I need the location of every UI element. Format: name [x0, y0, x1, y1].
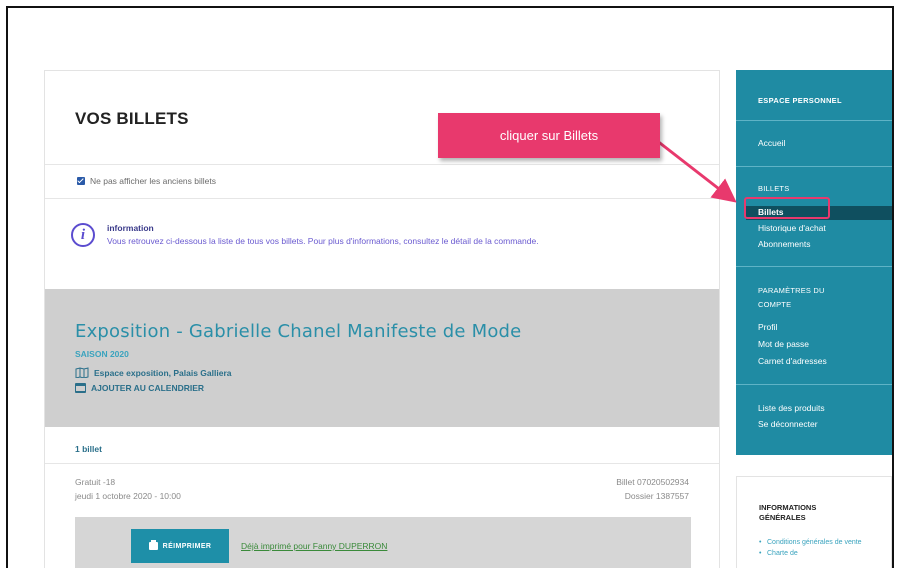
printer-icon: [148, 540, 158, 550]
event-title[interactable]: Exposition - Gabrielle Chanel Manifeste …: [75, 321, 521, 342]
divider: [45, 198, 719, 199]
sidebar-item-carnet[interactable]: Carnet d'adresses: [758, 356, 827, 366]
tickets-count: 1 billet: [75, 444, 102, 454]
divider: [45, 164, 719, 165]
sidebar-section-billets: BILLETS: [758, 184, 790, 193]
sidebar-section-parametres-line2: COMPTE: [758, 300, 792, 309]
sidebar-item-mot-de-passe[interactable]: Mot de passe: [758, 339, 809, 349]
sidebar-divider: [736, 266, 892, 267]
general-info-panel: INFORMATIONS GÉNÉRALES Conditions généra…: [736, 476, 892, 568]
general-info-link[interactable]: Charte de: [759, 548, 879, 559]
calendar-icon: [75, 383, 86, 393]
info-title: information: [107, 223, 154, 233]
event-season: SAISON 2020: [75, 349, 129, 359]
info-icon: i: [71, 223, 95, 247]
general-info-title: INFORMATIONS GÉNÉRALES: [759, 503, 817, 522]
billets-highlight-box: [744, 197, 830, 219]
personal-space-sidebar: ESPACE PERSONNEL Accueil BILLETS Billets…: [736, 70, 892, 455]
ticket-date: jeudi 1 octobre 2020 - 10:00: [75, 491, 181, 501]
instruction-callout: cliquer sur Billets: [438, 113, 660, 158]
event-place: Espace exposition, Palais Galliera: [75, 367, 231, 378]
general-info-link[interactable]: Conditions générales de vente: [759, 537, 879, 548]
general-info-list: Conditions générales de vente Charte de: [759, 537, 879, 559]
map-icon: [75, 367, 89, 378]
sidebar-divider: [736, 120, 892, 121]
instruction-callout-text: cliquer sur Billets: [499, 128, 599, 143]
sidebar-item-deconnecter[interactable]: Se déconnecter: [758, 419, 818, 429]
sidebar-item-accueil[interactable]: Accueil: [758, 138, 785, 148]
hide-old-tickets-row[interactable]: Ne pas afficher les anciens billets: [77, 176, 216, 186]
information-notice: i information Vous retrouvez ci-dessous …: [71, 223, 539, 247]
divider: [45, 463, 719, 464]
ticket-dossier: Dossier 1387557: [624, 491, 689, 501]
reprint-button[interactable]: RÉIMPRIMER: [131, 529, 229, 563]
page-title: VOS BILLETS: [75, 109, 189, 128]
ticket-number: Billet 07020502934: [616, 477, 689, 487]
sidebar-divider: [736, 384, 892, 385]
event-place-label: Espace exposition, Palais Galliera: [94, 367, 232, 378]
ticket-info: Gratuit -18 jeudi 1 octobre 2020 - 10:00: [75, 475, 181, 503]
hide-old-tickets-checkbox[interactable]: [77, 177, 85, 185]
add-to-calendar-label: AJOUTER AU CALENDRIER: [91, 383, 205, 393]
add-to-calendar-link[interactable]: AJOUTER AU CALENDRIER: [75, 383, 204, 393]
info-body: Vous retrouvez ci-dessous la liste de to…: [107, 236, 539, 246]
sidebar-heading: ESPACE PERSONNEL: [758, 96, 842, 105]
ticket-type: Gratuit -18: [75, 477, 116, 487]
sidebar-item-profil[interactable]: Profil: [758, 322, 777, 332]
event-card: Exposition - Gabrielle Chanel Manifeste …: [45, 289, 719, 427]
hide-old-tickets-label: Ne pas afficher les anciens billets: [90, 176, 216, 186]
reprint-button-label: RÉIMPRIMER: [162, 542, 212, 550]
already-printed-link[interactable]: Déjà imprimé pour Fanny DUPERRON: [241, 541, 387, 551]
sidebar-section-parametres-line1: PARAMÈTRES DU: [758, 286, 825, 295]
reprint-bar: RÉIMPRIMER Déjà imprimé pour Fanny DUPER…: [75, 517, 691, 568]
sidebar-item-abonnements[interactable]: Abonnements: [758, 239, 810, 249]
screenshot-frame: VOS BILLETS Ne pas afficher les anciens …: [6, 6, 894, 568]
sidebar-item-produits[interactable]: Liste des produits: [758, 403, 825, 413]
sidebar-section-parametres: PARAMÈTRES DU COMPTE: [758, 284, 825, 312]
ticket-reference: Billet 07020502934 Dossier 1387557: [616, 475, 689, 503]
sidebar-divider: [736, 166, 892, 167]
sidebar-item-historique[interactable]: Historique d'achat: [758, 223, 826, 233]
